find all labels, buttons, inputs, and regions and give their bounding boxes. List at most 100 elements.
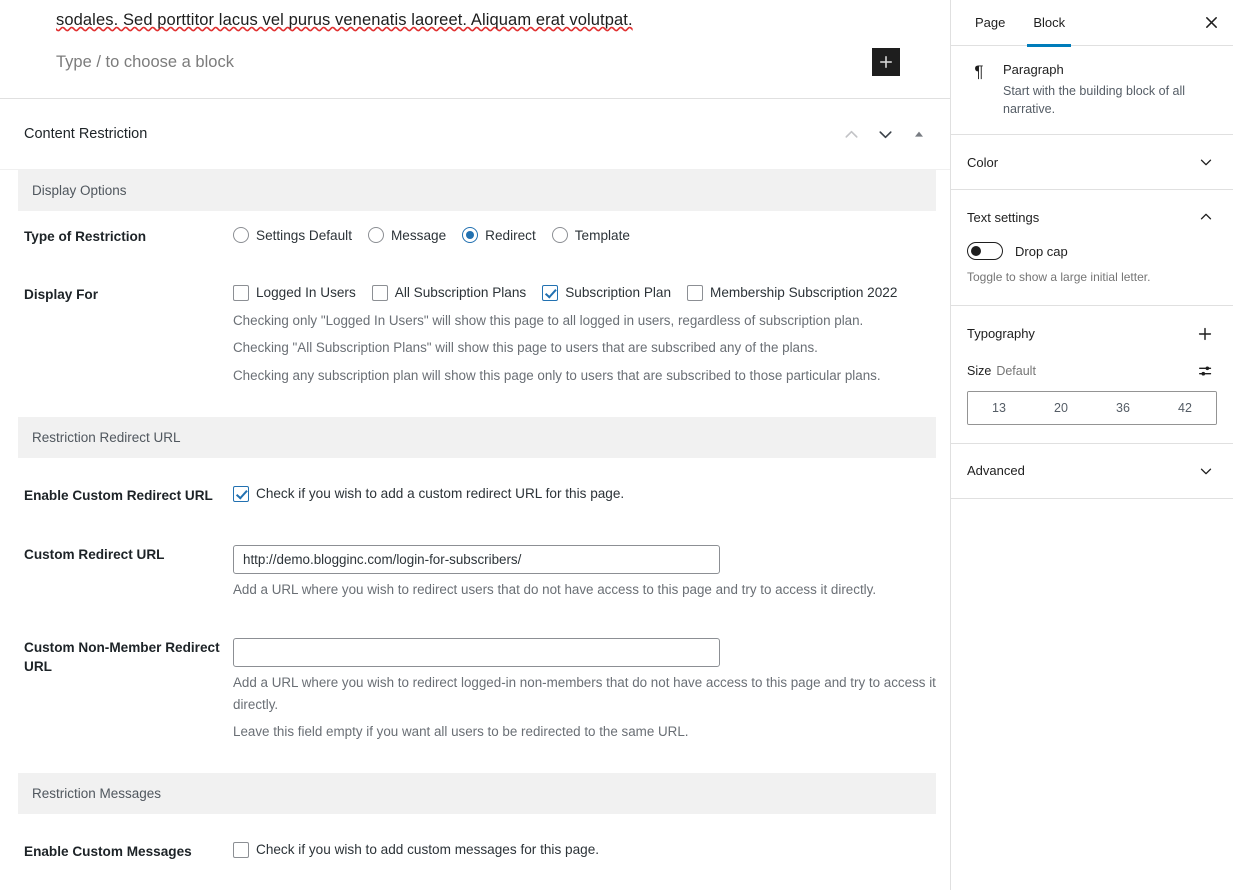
font-size-label: Size (967, 363, 992, 378)
block-settings-sidebar: Page Block ¶ Paragraph Start with the bu… (950, 0, 1233, 890)
section-display-options: Display Options (18, 170, 936, 212)
checkbox-membership-subscription-2022[interactable]: Membership Subscription 2022 (687, 284, 898, 301)
custom-non-member-redirect-url-input[interactable] (233, 638, 720, 668)
label-enable-custom-messages: Enable Custom Messages (24, 843, 192, 859)
paragraph-text: sodales. Sed porttitor lacus vel purus v… (56, 11, 633, 29)
empty-block-row[interactable]: Type / to choose a block (0, 34, 950, 99)
plus-icon[interactable] (1193, 322, 1217, 346)
radio-redirect[interactable]: Redirect (462, 227, 536, 244)
checkbox-label: Subscription Plan (565, 285, 672, 301)
block-placeholder-text: Type / to choose a block (56, 52, 234, 71)
radio-indicator (367, 227, 384, 244)
checkbox-indicator-checked (542, 284, 559, 301)
label-type-of-restriction: Type of Restriction (24, 229, 147, 245)
font-size-row: Size Default (951, 346, 1233, 382)
field-enable-custom-messages: Enable Custom Messages Check if you wish… (0, 826, 950, 863)
panel-typography: Typography Size Default 13 20 36 42 (951, 306, 1233, 444)
font-size-20[interactable]: 20 (1030, 391, 1092, 424)
tab-block[interactable]: Block (1019, 0, 1079, 47)
font-size-value: Default (996, 363, 1036, 378)
panel-text-settings-body: Drop cap Toggle to show a large initial … (951, 242, 1233, 304)
chevron-down-icon[interactable] (868, 121, 902, 147)
sidebar-tablist: Page Block (951, 0, 1233, 47)
tab-page[interactable]: Page (961, 0, 1019, 46)
field-custom-non-member-redirect-url: Custom Non-Member Redirect URL Add a URL… (0, 622, 950, 742)
field-type-of-restriction: Type of Restriction Settings Default Mes… (0, 211, 950, 246)
radio-group-type-of-restriction: Settings Default Message Redirect Templa… (233, 227, 936, 244)
radio-template[interactable]: Template (551, 227, 630, 244)
checkbox-enable-custom-messages[interactable]: Check if you wish to add custom messages… (233, 841, 600, 858)
panel-advanced-header[interactable]: Advanced (951, 444, 1233, 498)
checkbox-group-display-for: Logged In Users All Subscription Plans S… (233, 284, 936, 301)
sliders-icon[interactable] (1195, 360, 1217, 382)
radio-message[interactable]: Message (367, 227, 447, 244)
close-icon[interactable] (1193, 5, 1229, 41)
drop-cap-toggle[interactable] (967, 242, 1003, 261)
paragraph-block[interactable]: sodales. Sed porttitor lacus vel purus v… (0, 0, 950, 34)
drop-cap-label: Drop cap (1015, 243, 1068, 259)
panel-text-settings-header[interactable]: Text settings (951, 190, 1233, 244)
radio-indicator (233, 227, 249, 244)
block-card: ¶ Paragraph Start with the building bloc… (951, 46, 1233, 136)
section-restriction-messages: Restriction Messages (18, 772, 936, 814)
section-restriction-redirect-url: Restriction Redirect URL (18, 416, 936, 458)
help-line: Checking "All Subscription Plans" will s… (233, 340, 818, 356)
font-size-13[interactable]: 13 (968, 391, 1030, 424)
checkbox-label: Check if you wish to add a custom redire… (256, 486, 625, 502)
help-line: Checking only "Logged In Users" will sho… (233, 312, 864, 328)
wordpress-block-editor: sodales. Sed porttitor lacus vel purus v… (0, 0, 1233, 890)
radio-label: Redirect (485, 227, 536, 243)
panel-color-header[interactable]: Color (951, 135, 1233, 189)
label-enable-custom-redirect-url: Enable Custom Redirect URL (24, 487, 213, 503)
label-display-for: Display For (24, 286, 99, 302)
font-size-buttons: 13 20 36 42 (967, 390, 1217, 425)
checkbox-label: Check if you wish to add custom messages… (256, 842, 600, 858)
content-restriction-metabox: Content Restriction Display Options Type… (0, 99, 950, 862)
field-custom-redirect-url: Custom Redirect URL Add a URL where you … (0, 529, 950, 601)
metabox-header: Content Restriction (0, 99, 950, 171)
checkbox-indicator (233, 841, 249, 858)
checkbox-label: Membership Subscription 2022 (710, 285, 898, 301)
checkbox-subscription-plan[interactable]: Subscription Plan (542, 284, 672, 301)
field-enable-custom-redirect-url: Enable Custom Redirect URL Check if you … (0, 470, 950, 507)
checkbox-enable-custom-redirect-url[interactable]: Check if you wish to add a custom redire… (233, 485, 625, 502)
radio-label: Settings Default (256, 227, 352, 243)
font-size-36[interactable]: 36 (1092, 391, 1154, 424)
chevron-down-icon (1195, 151, 1217, 173)
chevron-up-icon (1195, 206, 1217, 228)
panel-typography-title: Typography (967, 326, 1035, 342)
radio-label: Message (390, 227, 447, 243)
label-custom-redirect-url: Custom Redirect URL (24, 546, 165, 562)
custom-redirect-url-input[interactable] (233, 544, 720, 574)
checkbox-all-subscription-plans[interactable]: All Subscription Plans (371, 284, 527, 301)
block-card-description: Start with the building block of all nar… (1003, 84, 1186, 117)
drop-cap-row: Drop cap (967, 242, 1217, 261)
metabox-body: Display Options Type of Restriction Sett… (0, 170, 950, 862)
radio-indicator (551, 227, 568, 244)
metabox-title: Content Restriction (24, 126, 148, 143)
custom-non-member-help-1: Add a URL where you wish to redirect log… (233, 675, 936, 713)
radio-label: Template (574, 227, 630, 243)
block-inserter-button[interactable] (872, 47, 900, 76)
checkbox-indicator-checked (233, 485, 249, 502)
display-for-help: Checking only "Logged In Users" will sho… (233, 310, 936, 387)
checkbox-logged-in-users[interactable]: Logged In Users (233, 284, 356, 301)
block-card-name: Paragraph (1003, 62, 1064, 77)
drop-cap-help: Toggle to show a large initial letter. (967, 270, 1151, 285)
checkbox-label: Logged In Users (256, 285, 356, 301)
checkbox-indicator (233, 284, 249, 301)
font-size-42[interactable]: 42 (1154, 391, 1216, 424)
panel-text-settings-title: Text settings (967, 209, 1040, 225)
field-display-for: Display For Logged In Users All Subscrip… (0, 269, 950, 387)
editor-column: sodales. Sed porttitor lacus vel purus v… (0, 0, 950, 890)
custom-non-member-help-2: Leave this field empty if you want all u… (233, 723, 689, 739)
chevron-up-icon[interactable] (834, 121, 868, 147)
radio-settings-default[interactable]: Settings Default (233, 227, 352, 244)
paragraph-icon: ¶ (974, 62, 984, 81)
panel-color-title: Color (967, 154, 999, 170)
panel-typography-header: Typography (951, 306, 1233, 346)
custom-redirect-url-help: Add a URL where you wish to redirect use… (233, 581, 877, 597)
checkbox-label: All Subscription Plans (394, 285, 527, 301)
radio-indicator-selected (462, 227, 479, 244)
caret-up-icon[interactable] (902, 121, 936, 147)
